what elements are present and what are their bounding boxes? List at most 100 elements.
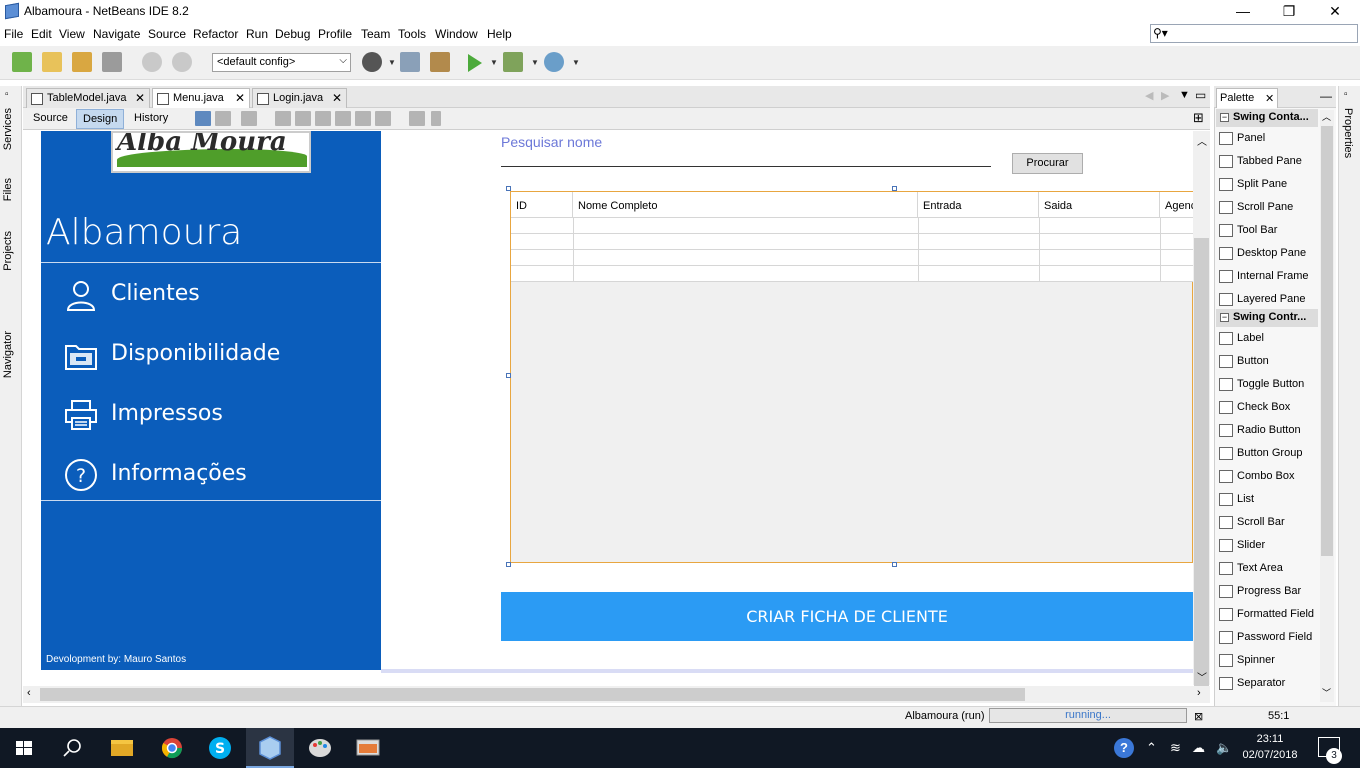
chevron-down-icon[interactable]: ▼ — [531, 58, 539, 67]
close-button[interactable]: ✕ — [1312, 2, 1358, 22]
build-icon[interactable] — [400, 52, 420, 72]
column-header-nome[interactable]: Nome Completo — [573, 192, 918, 218]
palette-item-text-area[interactable]: Text Area — [1219, 558, 1319, 580]
column-header-id[interactable]: ID — [511, 192, 573, 218]
palette-item-toggle-button[interactable]: Toggle Button — [1219, 374, 1319, 396]
palette-item-separator[interactable]: Separator — [1219, 673, 1319, 695]
save-all-icon[interactable] — [102, 52, 122, 72]
palette-item-password-field[interactable]: Password Field — [1219, 627, 1319, 649]
chevron-up-icon[interactable]: ⌃ — [1146, 740, 1157, 756]
debug-icon[interactable] — [503, 52, 523, 72]
editor-vertical-scrollbar[interactable]: ︿ ﹀ — [1193, 131, 1210, 698]
run-icon[interactable] — [468, 54, 482, 72]
palette-scrollbar[interactable]: ︿ ﹀ — [1320, 110, 1334, 702]
palette-item-button-group[interactable]: Button Group — [1219, 443, 1319, 465]
table-row[interactable] — [511, 218, 1193, 234]
scroll-left-icon[interactable]: ‹ — [27, 687, 31, 699]
quick-search-input[interactable]: ⚲▾ — [1150, 24, 1358, 43]
align-bottom-icon[interactable] — [355, 111, 371, 126]
maximize-button[interactable]: ❐ — [1266, 2, 1312, 22]
menu-refactor[interactable]: Refactor — [193, 27, 238, 41]
align-top-icon[interactable] — [335, 111, 351, 126]
resize-handle[interactable] — [892, 562, 897, 567]
procurar-button[interactable]: Procurar — [1012, 153, 1083, 174]
menu-profile[interactable]: Profile — [318, 27, 352, 41]
close-icon[interactable]: ✕ — [1265, 92, 1274, 105]
palette-item-tool-bar[interactable]: Tool Bar — [1219, 220, 1319, 242]
cloud-icon[interactable]: ☁ — [1192, 740, 1205, 756]
palette-item-label[interactable]: Label — [1219, 328, 1319, 350]
resize-vertical-icon[interactable] — [431, 111, 441, 126]
menu-file[interactable]: File — [4, 27, 23, 41]
new-project-icon[interactable] — [42, 52, 62, 72]
services-tab[interactable]: Services — [2, 108, 14, 150]
tab-tablemodel[interactable]: TableModel.java ✕ — [26, 88, 150, 108]
close-icon[interactable]: ✕ — [332, 91, 342, 105]
palette-category-controls[interactable]: − Swing Contr... — [1216, 309, 1318, 327]
minimize-group-icon[interactable]: ▫ — [1344, 89, 1348, 100]
palette-item-button[interactable]: Button — [1219, 351, 1319, 373]
clean-build-icon[interactable] — [430, 52, 450, 72]
palette-item-formatted-field[interactable]: Formatted Field — [1219, 604, 1319, 626]
config-select[interactable]: <default config> ⌵ — [212, 53, 351, 72]
stop-task-icon[interactable]: ⊠ — [1194, 710, 1203, 723]
selection-mode-icon[interactable] — [195, 111, 211, 126]
chevron-down-icon[interactable]: ▼ — [572, 58, 580, 67]
scroll-right-icon[interactable]: ▶ — [1161, 89, 1169, 102]
table-row[interactable] — [511, 250, 1193, 266]
scroll-thumb[interactable] — [40, 688, 1025, 701]
palette-item-tabbed-pane[interactable]: Tabbed Pane — [1219, 151, 1319, 173]
minimize-group-icon[interactable]: ▫ — [5, 89, 9, 100]
new-file-icon[interactable] — [12, 52, 32, 72]
close-icon[interactable]: ✕ — [135, 91, 145, 105]
palette-item-panel[interactable]: Panel — [1219, 128, 1319, 150]
open-project-icon[interactable] — [72, 52, 92, 72]
palette-item-progress-bar[interactable]: Progress Bar — [1219, 581, 1319, 603]
run-task-label[interactable]: Albamoura (run) — [905, 710, 984, 722]
taskbar-netbeans[interactable] — [246, 728, 294, 768]
menu-view[interactable]: View — [59, 27, 85, 41]
menu-navigate[interactable]: Navigate — [93, 27, 140, 41]
design-button[interactable]: Design — [76, 109, 125, 129]
close-icon[interactable]: ✕ — [235, 91, 245, 105]
resize-handle[interactable] — [892, 186, 897, 191]
taskbar-chrome[interactable] — [148, 728, 196, 768]
chevron-down-icon[interactable]: ▼ — [388, 58, 396, 67]
profile-icon[interactable] — [544, 52, 564, 72]
column-header-entrada[interactable]: Entrada — [918, 192, 1039, 218]
clients-table[interactable]: ID Nome Completo Entrada Saida Agenc — [511, 192, 1193, 282]
volume-icon[interactable]: 🔈 — [1216, 740, 1232, 756]
palette-category-containers[interactable]: − Swing Conta... — [1216, 109, 1318, 127]
undo-icon[interactable] — [142, 52, 162, 72]
menu-help[interactable]: Help — [487, 27, 512, 41]
maximize-editor-icon[interactable]: ▭ — [1195, 88, 1206, 102]
palette-item-check-box[interactable]: Check Box — [1219, 397, 1319, 419]
create-client-button[interactable]: CRIAR FICHA DE CLIENTE — [501, 592, 1193, 641]
palette-item-scroll-pane[interactable]: Scroll Pane — [1219, 197, 1319, 219]
resize-handle[interactable] — [506, 186, 511, 191]
menu-source[interactable]: Source — [148, 27, 186, 41]
wifi-icon[interactable]: ≋ — [1170, 740, 1181, 756]
table-row[interactable] — [511, 234, 1193, 250]
taskbar-clock[interactable]: 23:11 02/07/2018 — [1240, 731, 1300, 763]
palette-item-scroll-bar[interactable]: Scroll Bar — [1219, 512, 1319, 534]
tab-menu[interactable]: Menu.java ✕ — [152, 88, 250, 108]
run-progress-bar[interactable]: running... — [989, 708, 1187, 723]
collapse-icon[interactable]: − — [1220, 113, 1229, 122]
menu-edit[interactable]: Edit — [31, 27, 52, 41]
source-button[interactable]: Source — [27, 109, 74, 129]
connection-mode-icon[interactable] — [215, 111, 231, 126]
menu-team[interactable]: Team — [361, 27, 390, 41]
redo-icon[interactable] — [172, 52, 192, 72]
resize-handle[interactable] — [506, 373, 511, 378]
collapse-icon[interactable]: − — [1220, 313, 1229, 322]
palette-item-list[interactable]: List — [1219, 489, 1319, 511]
tab-list-icon[interactable]: ▼ — [1179, 89, 1190, 101]
palette-item-spinner[interactable]: Spinner — [1219, 650, 1319, 672]
minimize-icon[interactable]: — — [1320, 89, 1332, 103]
preview-icon[interactable] — [241, 111, 257, 126]
palette-item-slider[interactable]: Slider — [1219, 535, 1319, 557]
taskbar-paint[interactable] — [296, 728, 344, 768]
projects-tab[interactable]: Projects — [2, 231, 14, 271]
resize-horizontal-icon[interactable] — [409, 111, 425, 126]
